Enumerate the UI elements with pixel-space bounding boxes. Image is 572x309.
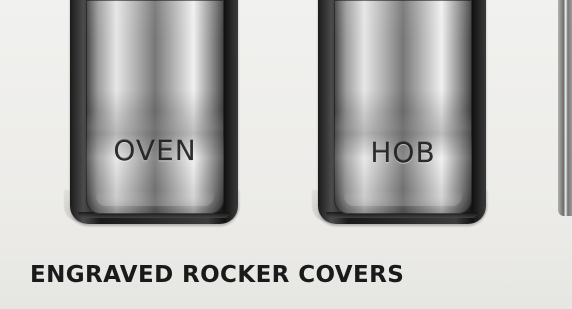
partial-switch-edge <box>558 0 572 216</box>
product-photo: OVEN HOB ENGRAVED ROCKER COVERS <box>0 0 572 309</box>
caption: ENGRAVED ROCKER COVERS <box>30 262 405 288</box>
oven-rocker-switch: OVEN <box>86 0 224 214</box>
oven-engraving: OVEN <box>113 134 197 167</box>
hob-rocker-switch: HOB <box>334 0 472 214</box>
hob-engraving: HOB <box>370 136 436 169</box>
